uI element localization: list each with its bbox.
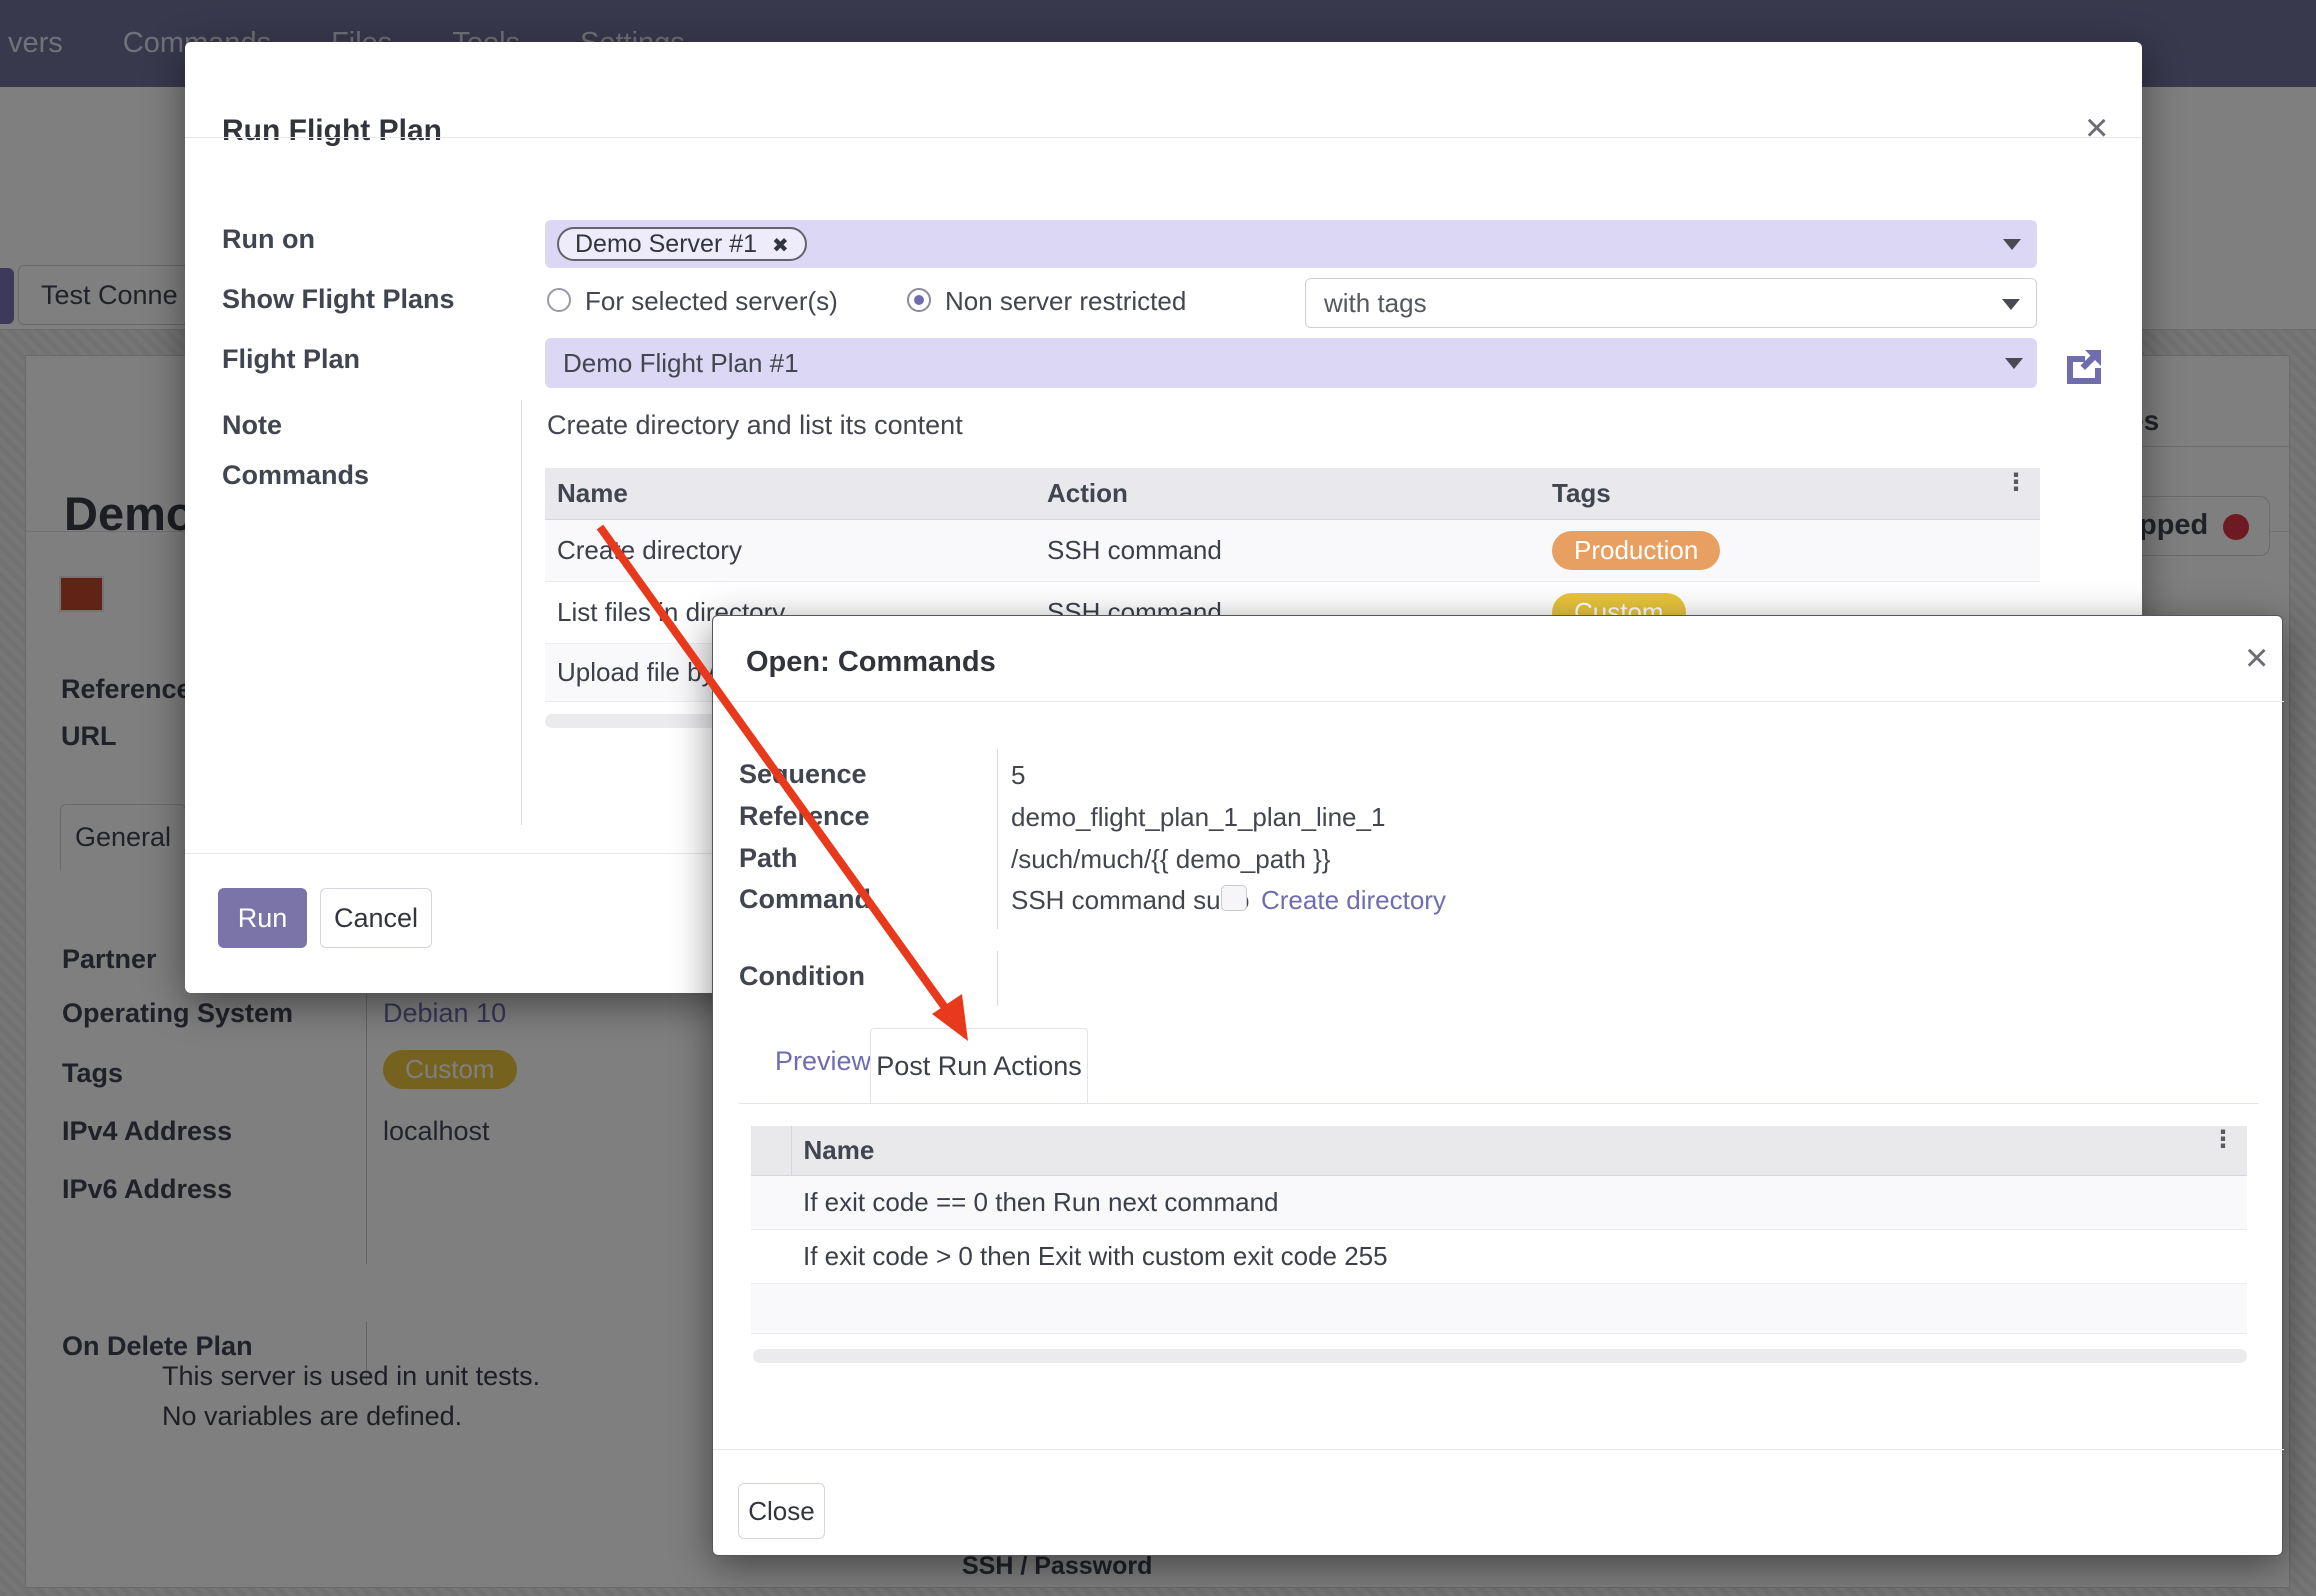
col-tags[interactable]: Tags ⋮ <box>1540 468 2040 520</box>
open-commands-modal: Open: Commands × Sequence 5 Reference de… <box>712 615 2283 1556</box>
col-name[interactable]: Name <box>545 468 1035 520</box>
path-label: Path <box>739 843 798 874</box>
server-tag-label: Demo Server #1 <box>575 230 757 258</box>
table-header-row: Name Action Tags ⋮ <box>545 468 2040 520</box>
note-label: Note <box>222 410 282 441</box>
radio-non-server-restricted-label[interactable]: Non server restricted <box>945 286 1186 317</box>
chevron-down-icon <box>2003 239 2021 250</box>
commands-modal-close-icon[interactable]: × <box>2245 638 2268 678</box>
flight-plan-select[interactable]: Demo Flight Plan #1 <box>545 338 2037 388</box>
with-tags-select[interactable]: with tags <box>1305 278 2037 328</box>
command-value: SSH command sudo <box>1011 885 1249 916</box>
radio-non-server-restricted[interactable] <box>907 288 931 312</box>
chevron-down-icon <box>2002 299 2020 310</box>
note-field-divider <box>521 400 522 825</box>
reference-field-value: demo_flight_plan_1_plan_line_1 <box>1011 802 1385 833</box>
server-tag-pill[interactable]: Demo Server #1 ✖ <box>557 227 807 261</box>
col-action[interactable]: Action <box>1035 468 1540 520</box>
run-on-label: Run on <box>222 224 315 255</box>
cancel-button[interactable]: Cancel <box>320 888 432 948</box>
tab-post-run-actions[interactable]: Post Run Actions <box>870 1028 1088 1104</box>
run-modal-header-divider <box>185 137 2142 138</box>
commands-modal-title: Open: Commands <box>746 646 996 679</box>
tag-badge-production: Production <box>1552 531 1720 570</box>
row-gutter <box>751 1126 791 1176</box>
fields-divider <box>997 749 998 929</box>
reference-field-label: Reference <box>739 801 870 832</box>
col-name[interactable]: Name ⋮ <box>791 1126 2247 1176</box>
sequence-value: 5 <box>1011 760 1025 791</box>
path-value: /such/much/{{ demo_path }} <box>1011 844 1330 875</box>
table-row[interactable] <box>751 1284 2247 1334</box>
run-modal-close-icon[interactable]: × <box>2085 108 2108 148</box>
commands-label: Commands <box>222 460 369 491</box>
radio-selected-servers[interactable] <box>547 288 571 312</box>
close-button[interactable]: Close <box>738 1483 825 1539</box>
create-directory-link[interactable]: Create directory <box>1261 885 1446 916</box>
horizontal-scrollbar[interactable] <box>753 1349 2247 1363</box>
table-row[interactable]: If exit code == 0 then Run next command <box>751 1176 2247 1230</box>
flight-plan-label: Flight Plan <box>222 344 360 375</box>
run-on-select[interactable]: Demo Server #1 ✖ <box>545 220 2037 268</box>
sequence-label: Sequence <box>739 759 867 790</box>
show-flight-plans-label: Show Flight Plans <box>222 284 455 315</box>
post-run-actions-table: Name ⋮ If exit code == 0 then Run next c… <box>751 1126 2247 1334</box>
server-tag-remove-icon[interactable]: ✖ <box>772 235 789 257</box>
table-row[interactable]: If exit code > 0 then Exit with custom e… <box>751 1230 2247 1284</box>
create-directory-checkbox[interactable] <box>1221 885 1247 911</box>
flight-plan-value: Demo Flight Plan #1 <box>563 348 799 379</box>
run-button[interactable]: Run <box>218 888 307 948</box>
column-options-icon[interactable]: ⋮ <box>2211 1135 2235 1146</box>
command-label: Command <box>739 884 871 915</box>
with-tags-value: with tags <box>1324 288 1427 319</box>
table-header-row: Name ⋮ <box>751 1126 2247 1176</box>
external-link-icon[interactable] <box>2063 348 2103 384</box>
plan-note-text: Create directory and list its content <box>547 410 963 441</box>
commands-modal-footer-divider <box>713 1449 2284 1450</box>
tab-preview[interactable]: Preview <box>775 1046 871 1077</box>
table-row[interactable]: Create directory SSH command Production <box>545 520 2040 582</box>
condition-divider <box>997 951 998 1006</box>
radio-selected-servers-label[interactable]: For selected server(s) <box>585 286 838 317</box>
chevron-down-icon <box>2005 358 2023 369</box>
column-options-icon[interactable]: ⋮ <box>2004 478 2028 489</box>
run-modal-title: Run Flight Plan <box>222 114 442 148</box>
tab-underline <box>739 1103 2259 1104</box>
condition-label: Condition <box>739 961 865 992</box>
commands-modal-header-divider <box>713 701 2284 702</box>
